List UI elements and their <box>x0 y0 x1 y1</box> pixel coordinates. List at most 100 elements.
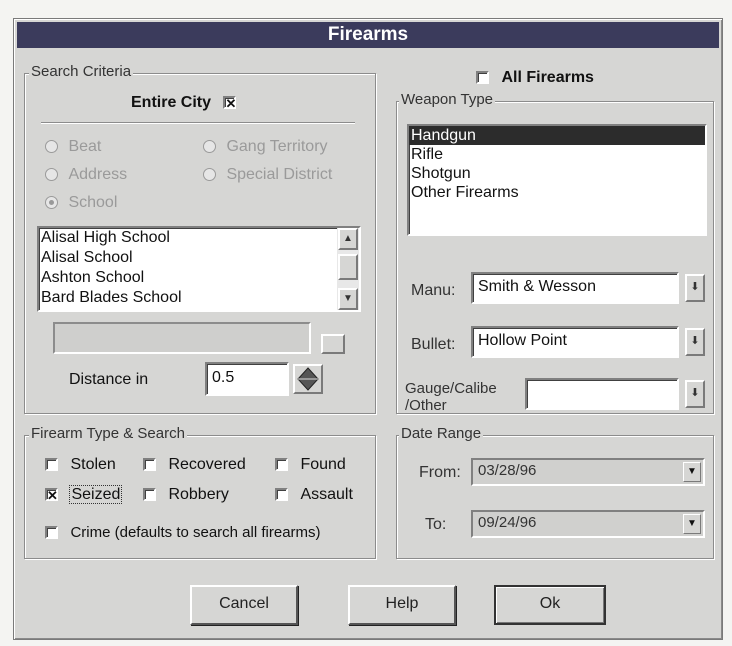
down-arrow-icon[interactable]: ⬇ <box>685 380 705 408</box>
stolen-checkbox-row[interactable]: Stolen <box>45 456 116 474</box>
seized-label: Seized <box>69 485 123 504</box>
radio-gang-label: Gang Territory <box>226 138 328 155</box>
bullet-value: Hollow Point <box>478 332 567 349</box>
list-item[interactable]: Bard Blades School <box>39 288 359 308</box>
up-arrow-icon[interactable]: ▲ <box>338 228 358 250</box>
diamond-spinner-icon[interactable] <box>293 364 323 394</box>
search-criteria-group: Search Criteria Entire City ✕ Beat Gang … <box>24 63 376 414</box>
date-range-group: Date Range From: 03/28/96 ▼ To: 09/24/96… <box>396 425 714 559</box>
down-arrow-icon[interactable]: ▼ <box>338 288 358 310</box>
to-label: To: <box>425 516 447 533</box>
firearm-type-group: Firearm Type & Search Stolen Recovered F… <box>24 425 376 559</box>
radio-beat[interactable]: Beat <box>45 138 101 156</box>
found-label: Found <box>300 456 346 473</box>
firearms-dialog: Firearms Search Criteria Entire City ✕ B… <box>13 18 723 640</box>
x-mark-icon: ✕ <box>47 488 58 504</box>
distance-label: Distance in <box>69 371 149 388</box>
seized-checkbox-row[interactable]: ✕ Seized <box>45 485 123 504</box>
distance-value: 0.5 <box>212 369 235 386</box>
help-button[interactable]: Help <box>348 585 456 625</box>
search-criteria-label: Search Criteria <box>29 63 134 81</box>
list-item-other-firearms[interactable]: Other Firearms <box>409 183 705 202</box>
radio-circle-icon <box>45 168 58 182</box>
cancel-button[interactable]: Cancel <box>190 585 298 625</box>
seized-checkbox[interactable]: ✕ <box>45 488 58 504</box>
recovered-checkbox[interactable] <box>143 458 156 472</box>
recovered-checkbox-row[interactable]: Recovered <box>143 456 246 474</box>
list-scrollbar[interactable]: ▲ ▼ <box>337 228 359 310</box>
radio-beat-label: Beat <box>68 138 102 155</box>
robbery-checkbox[interactable] <box>143 488 156 502</box>
recovered-label: Recovered <box>168 456 246 473</box>
gauge-label-line2: /Other <box>405 397 447 414</box>
list-item[interactable]: Alisal School <box>39 248 359 268</box>
gauge-label: Gauge/Calibe /Other <box>405 380 497 414</box>
radio-special-label: Special District <box>226 166 333 183</box>
dialog-title: Firearms <box>17 22 719 48</box>
entire-city-label: Entire City <box>131 94 212 111</box>
divider <box>41 122 355 124</box>
entire-city-checkbox[interactable]: ✕ <box>223 96 237 112</box>
location-field-disabled <box>53 322 311 354</box>
entire-city-row[interactable]: Entire City ✕ <box>131 94 237 112</box>
gauge-dropdown[interactable] <box>525 378 679 410</box>
list-item[interactable]: Alisal High School <box>39 228 359 248</box>
weapon-type-list[interactable]: Handgun Rifle Shotgun Other Firearms <box>407 124 707 236</box>
crime-checkbox[interactable] <box>45 526 58 540</box>
radio-selected-icon <box>45 196 58 210</box>
down-arrow-icon[interactable]: ▼ <box>683 514 701 534</box>
radio-special-district[interactable]: Special District <box>203 166 332 184</box>
list-item-handgun[interactable]: Handgun <box>409 126 705 145</box>
assault-label: Assault <box>300 486 353 503</box>
found-checkbox[interactable] <box>275 458 288 472</box>
manu-dropdown[interactable]: Smith & Wesson <box>471 272 679 304</box>
radio-address-label: Address <box>68 166 128 183</box>
all-firearms-row[interactable]: All Firearms <box>476 69 594 87</box>
from-date-dropdown[interactable]: 03/28/96 ▼ <box>471 458 705 486</box>
manu-value: Smith & Wesson <box>478 278 596 295</box>
distance-input[interactable]: 0.5 <box>205 362 289 396</box>
date-range-label: Date Range <box>399 425 484 443</box>
to-date-dropdown[interactable]: 09/24/96 ▼ <box>471 510 705 538</box>
stolen-label: Stolen <box>70 456 116 473</box>
scrollbar-thumb[interactable] <box>338 254 358 280</box>
from-date-value: 03/28/96 <box>478 462 537 479</box>
radio-school-label: School <box>68 194 118 211</box>
radio-gang-territory[interactable]: Gang Territory <box>203 138 328 156</box>
down-arrow-icon[interactable]: ⬇ <box>685 328 705 356</box>
crime-label: Crime (defaults to search all firearms) <box>70 524 321 541</box>
bullet-dropdown[interactable]: Hollow Point <box>471 326 679 358</box>
radio-address[interactable]: Address <box>45 166 127 184</box>
list-item-shotgun[interactable]: Shotgun <box>409 164 705 183</box>
radio-school[interactable]: School <box>45 194 117 212</box>
manu-label: Manu: <box>411 282 456 299</box>
robbery-checkbox-row[interactable]: Robbery <box>143 486 229 504</box>
crime-checkbox-row[interactable]: Crime (defaults to search all firearms) <box>45 524 321 542</box>
school-list[interactable]: Alisal High School Alisal School Ashton … <box>37 226 361 312</box>
x-mark-icon: ✕ <box>225 96 237 112</box>
all-firearms-checkbox[interactable] <box>476 71 489 85</box>
found-checkbox-row[interactable]: Found <box>275 456 346 474</box>
ok-button[interactable]: Ok <box>494 585 606 625</box>
bullet-label: Bullet: <box>411 336 456 353</box>
assault-checkbox-row[interactable]: Assault <box>275 486 353 504</box>
list-item-rifle[interactable]: Rifle <box>409 145 705 164</box>
browse-button[interactable] <box>321 334 345 354</box>
robbery-label: Robbery <box>168 486 229 503</box>
all-firearms-label: All Firearms <box>501 69 594 86</box>
weapon-type-group: Weapon Type Handgun Rifle Shotgun Other … <box>396 91 714 414</box>
down-arrow-icon[interactable]: ▼ <box>683 462 701 482</box>
weapon-type-label: Weapon Type <box>399 91 496 109</box>
to-date-value: 09/24/96 <box>478 514 537 531</box>
spinner-diamond-shape <box>297 367 319 391</box>
from-label: From: <box>419 464 461 481</box>
down-arrow-icon[interactable]: ⬇ <box>685 274 705 302</box>
stolen-checkbox[interactable] <box>45 458 58 472</box>
radio-circle-icon <box>45 140 58 154</box>
radio-circle-icon <box>203 140 216 154</box>
gauge-label-line1: Gauge/Calibe <box>405 380 497 397</box>
assault-checkbox[interactable] <box>275 488 288 502</box>
radio-circle-icon <box>203 168 216 182</box>
firearm-type-label: Firearm Type & Search <box>29 425 187 443</box>
list-item[interactable]: Ashton School <box>39 268 359 288</box>
